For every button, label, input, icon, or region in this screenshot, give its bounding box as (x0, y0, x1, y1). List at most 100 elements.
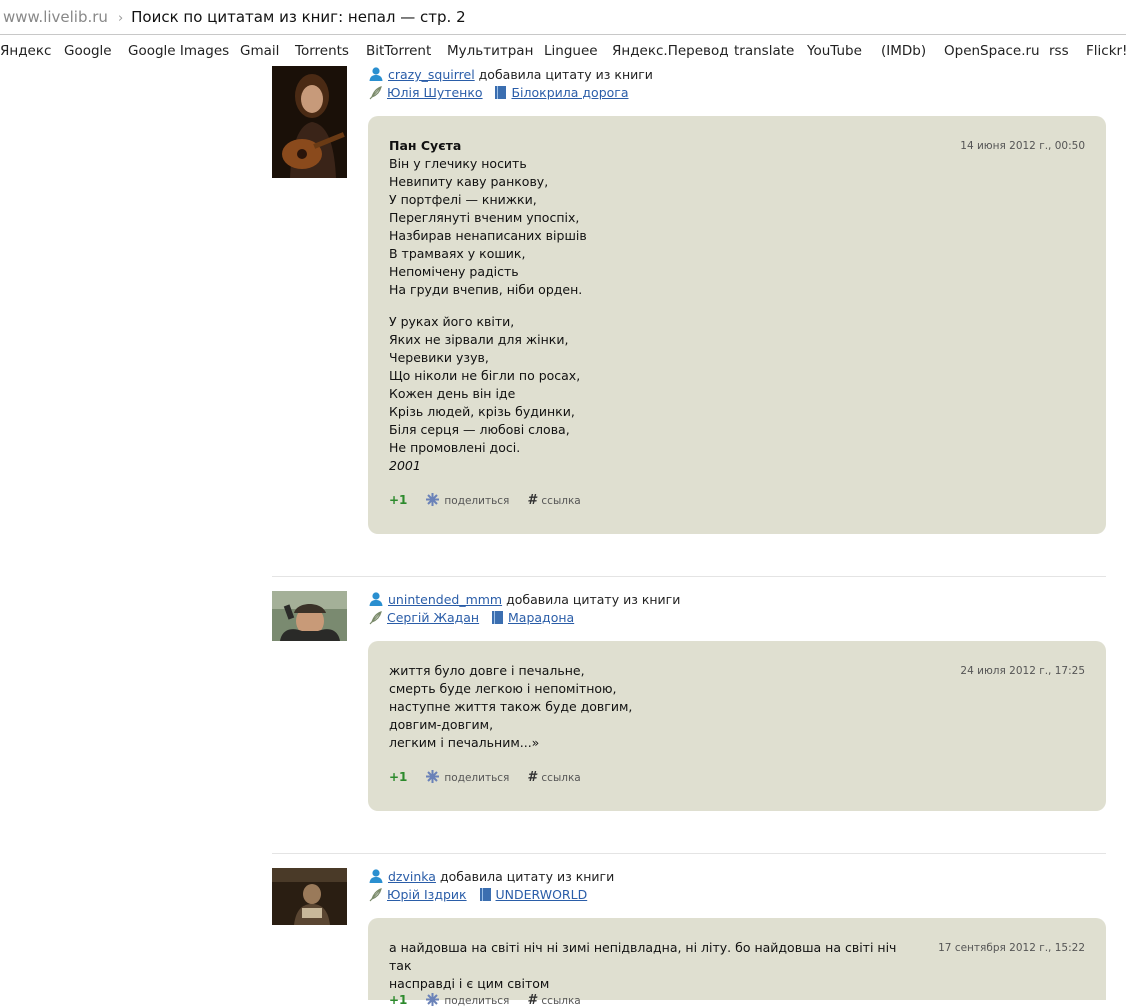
user-icon (369, 67, 383, 81)
share-icon (426, 770, 440, 783)
quote-title: Пан Суєта (389, 138, 462, 153)
quote-line: Яких не зірвали для жінки, (389, 332, 569, 347)
address-domain: www.livelib.ru (3, 8, 108, 26)
quote-line: У портфелі — книжки, (389, 192, 537, 207)
quote-line: легким і печальним...» (389, 735, 540, 750)
bookmark-google-images[interactable]: Google Images (128, 36, 229, 66)
quote-actions: +1 поделиться # ссылка (389, 992, 581, 1008)
quote-text: Пан Суєта Він у глечику носить Невипиту … (389, 137, 949, 475)
author-link[interactable]: Сергій Жадан (387, 610, 479, 625)
post-meta: unintended_mmm добавила цитату из книги … (368, 591, 680, 627)
share-label: поделиться (444, 995, 510, 1007)
avatar[interactable] (272, 591, 347, 641)
bookmark-linguee[interactable]: Linguee (544, 36, 598, 66)
username-link[interactable]: unintended_mmm (388, 592, 502, 607)
avatar[interactable] (272, 66, 347, 178)
share-icon (426, 493, 440, 506)
quote-box: життя було довге і печальне, смерть буде… (368, 641, 1106, 811)
share-label: поделиться (444, 495, 510, 507)
stanza-break (389, 299, 949, 313)
quote-line: Крізь людей, крізь будинки, (389, 404, 575, 419)
quote-line: У руках його квіти, (389, 314, 515, 329)
permalink-button[interactable]: # ссылка (527, 770, 580, 785)
share-button[interactable]: поделиться (425, 993, 510, 1007)
quote-line: В трамваях у кошик, (389, 246, 526, 261)
bookmark-flickr[interactable]: Flickr! (1086, 36, 1126, 66)
quote-line: Біля серця — любові слова, (389, 422, 570, 437)
bookmarks-bar: Яндекс Google Google Images Gmail Torren… (0, 36, 1126, 66)
quote-line: а найдовша на світі ніч ні зимі непідвла… (389, 940, 897, 973)
post-meta: crazy_squirrel добавила цитату из книги … (368, 66, 653, 102)
book-link[interactable]: UNDERWORLD (496, 887, 588, 902)
quote-post: dzvinka добавила цитату из книги Юрій Із… (272, 868, 1106, 1008)
bookmark-translate[interactable]: translate (734, 36, 794, 66)
bookmark-yandex[interactable]: Яндекс (0, 36, 51, 66)
plus-one-button[interactable]: +1 (389, 770, 407, 784)
bookmark-bittorrent[interactable]: BitTorrent (366, 36, 431, 66)
quote-line: На груди вчепив, ніби орден. (389, 282, 583, 297)
quote-text: життя було довге і печальне, смерть буде… (389, 662, 949, 752)
user-icon (369, 869, 383, 883)
bookmark-torrents[interactable]: Torrents (295, 36, 349, 66)
plus-one-button[interactable]: +1 (389, 993, 407, 1007)
book-link[interactable]: Марадона (508, 610, 574, 625)
hash-icon: # (527, 493, 537, 508)
post-meta: dzvinka добавила цитату из книги Юрій Із… (368, 868, 614, 904)
permalink-label: ссылка (541, 495, 581, 507)
bookmark-google[interactable]: Google (64, 36, 112, 66)
author-link[interactable]: Юрій Іздрик (387, 887, 467, 902)
quote-line: насправді і є цим світом (389, 976, 550, 991)
permalink-button[interactable]: # ссылка (527, 993, 581, 1008)
plus-one-button[interactable]: +1 (389, 493, 407, 507)
quote-line: Невипиту каву ранкову, (389, 174, 549, 189)
book-icon (479, 888, 491, 901)
divider (272, 853, 1106, 854)
quote-box: а найдовша на світі ніч ні зимі непідвла… (368, 918, 1106, 1008)
quote-date: 14 июня 2012 г., 00:50 (960, 140, 1085, 152)
divider (272, 576, 1106, 577)
book-icon (492, 611, 504, 624)
quill-icon (369, 888, 382, 902)
quote-line: довгим-довгим, (389, 717, 494, 732)
quote-box: Пан Суєта Він у глечику носить Невипиту … (368, 116, 1106, 534)
quote-line: Що ніколи не бігли по росах, (389, 368, 581, 383)
quote-date: 24 июля 2012 г., 17:25 (960, 665, 1085, 677)
bookmark-openspace[interactable]: OpenSpace.ru (944, 36, 1040, 66)
action-text: добавила цитату из книги (506, 592, 681, 607)
bookmark-gmail[interactable]: Gmail (240, 36, 279, 66)
bookmark-rss[interactable]: rss (1049, 36, 1069, 66)
quote-post: crazy_squirrel добавила цитату из книги … (272, 66, 1106, 536)
address-bar[interactable]: www.livelib.ru › Поиск по цитатам из книг:… (0, 0, 1126, 35)
hash-icon: # (527, 770, 537, 785)
share-button[interactable]: поделиться (425, 770, 510, 784)
action-text: добавила цитату из книги (478, 67, 653, 82)
author-link[interactable]: Юлія Шутенко (387, 85, 483, 100)
page-title: Поиск по цитатам из книг: непал — стр. 2 (131, 8, 466, 26)
quote-line: наступне життя також буде довгим, (389, 699, 633, 714)
action-text: добавила цитату из книги (439, 869, 615, 884)
quote-actions: +1 поделиться # ссылка (389, 492, 581, 508)
username-link[interactable]: crazy_squirrel (388, 67, 475, 82)
quote-post: unintended_mmm добавила цитату из книги … (272, 591, 1106, 813)
avatar[interactable] (272, 868, 347, 925)
quote-year: 2001 (389, 458, 421, 473)
quote-line: Черевики узув, (389, 350, 489, 365)
bookmark-imdb[interactable]: (IMDb) (881, 36, 926, 66)
quill-icon (369, 86, 382, 100)
bookmark-yandex-translate[interactable]: Яндекс.Перевод (612, 36, 729, 66)
quote-line: Переглянуті вченим упоспіх, (389, 210, 580, 225)
permalink-button[interactable]: # ссылка (527, 493, 581, 508)
quote-line: Кожен день він іде (389, 386, 516, 401)
bookmark-multitran[interactable]: Мультитран (447, 36, 533, 66)
quote-line: життя було довге і печальне, (389, 663, 585, 678)
share-button[interactable]: поделиться (425, 493, 510, 507)
book-icon (495, 86, 507, 99)
permalink-label: ссылка (541, 995, 581, 1007)
quote-text: а найдовша на світі ніч ні зимі непідвла… (389, 939, 909, 993)
bookmark-youtube[interactable]: YouTube (807, 36, 862, 66)
username-link[interactable]: dzvinka (388, 869, 436, 884)
share-label: поделиться (444, 772, 510, 784)
book-link[interactable]: Білокрила дорога (511, 85, 628, 100)
quote-line: смерть буде легкою і непомітною, (389, 681, 617, 696)
quote-line: Назбирав ненаписаних віршів (389, 228, 587, 243)
